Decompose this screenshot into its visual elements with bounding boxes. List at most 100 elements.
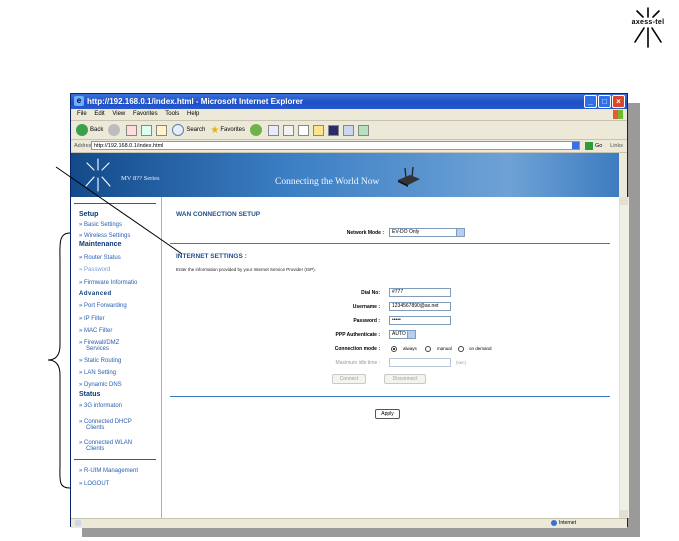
banner-slogan: Connecting the World Now xyxy=(275,177,380,187)
axesstel-logo: axess-tel xyxy=(624,6,672,50)
links-button[interactable]: Links xyxy=(610,140,623,152)
close-button[interactable]: × xyxy=(612,95,625,108)
sidebar-item-ruim-management[interactable]: » R-UIM Management xyxy=(79,468,159,475)
sidebar-item-wlan-clients-cont[interactable]: Clients xyxy=(86,446,166,453)
ppp-authenticate-label: PPP Authenticate : xyxy=(335,332,380,338)
mail-icon[interactable] xyxy=(268,124,280,136)
banner-model: MV 8?? Series xyxy=(121,175,160,182)
folder-icon[interactable] xyxy=(313,124,325,136)
sidebar-item-lan-setting[interactable]: » LAN Setting xyxy=(79,370,159,377)
username-label: Username : xyxy=(352,304,380,310)
menu-view[interactable]: View xyxy=(112,111,125,117)
chevron-down-icon xyxy=(407,331,415,338)
security-zone: Internet xyxy=(551,519,576,528)
star-icon: ★ xyxy=(210,124,220,136)
vertical-scrollbar[interactable] xyxy=(619,197,629,518)
menu-edit[interactable]: Edit xyxy=(94,111,104,117)
status-bar: Internet xyxy=(71,518,627,528)
main-panel: WAN CONNECTION SETUP Network Mode : EV-D… xyxy=(162,197,610,518)
dial-no-label: Dial No: xyxy=(361,290,380,296)
network-mode-select[interactable]: EV-DO Only xyxy=(389,228,465,237)
research-icon[interactable] xyxy=(343,124,355,136)
menu-help[interactable]: Help xyxy=(187,111,199,117)
title-bar: e http://192.168.0.1/index.html - Microso… xyxy=(71,94,627,109)
sidebar-item-router-status[interactable]: » Router Status xyxy=(79,255,159,262)
sidebar-item-firmware[interactable]: » Firmware Informatio xyxy=(79,280,159,287)
forward-button[interactable] xyxy=(108,124,122,136)
connection-on-demand-label: on demand xyxy=(469,346,492,351)
connection-manual-radio[interactable] xyxy=(425,346,431,352)
network-mode-label: Network Mode : xyxy=(346,230,384,236)
sidebar-item-ip-filter[interactable]: » IP Filter xyxy=(79,316,159,323)
stop-icon[interactable] xyxy=(126,124,138,136)
sidebar-item-static-routing[interactable]: » Static Routing xyxy=(79,358,159,365)
home-icon[interactable] xyxy=(156,124,168,136)
sidebar-divider xyxy=(74,459,156,460)
scroll-up-icon[interactable] xyxy=(620,197,628,205)
star-logo-icon xyxy=(634,7,662,48)
sidebar-item-basic-settings[interactable]: » Basic Settings xyxy=(79,222,159,229)
go-arrow-icon xyxy=(585,141,593,150)
back-arrow-icon xyxy=(76,124,88,136)
max-idle-time-input[interactable] xyxy=(389,358,451,367)
dial-no-input[interactable]: #777 xyxy=(389,288,451,297)
windows-flag-icon xyxy=(613,110,623,119)
maximize-button[interactable]: □ xyxy=(598,95,611,108)
print-icon[interactable] xyxy=(283,124,295,136)
history-icon[interactable] xyxy=(250,124,263,136)
section-divider xyxy=(170,396,610,397)
password-input[interactable]: ••••• xyxy=(389,316,451,325)
max-idle-time-label: Maximum idle time : xyxy=(335,360,380,366)
password-label: Password : xyxy=(353,318,380,324)
disconnect-button[interactable]: Disconnect xyxy=(384,374,426,384)
tools-icon[interactable] xyxy=(358,124,370,136)
messenger-icon[interactable] xyxy=(328,124,340,136)
search-button[interactable]: Search xyxy=(172,124,205,136)
back-button[interactable]: Back xyxy=(76,124,103,136)
page-content: Setup » Basic Settings » Wireless Settin… xyxy=(71,197,629,518)
page-title: WAN CONNECTION SETUP xyxy=(176,211,261,218)
scroll-down-icon[interactable] xyxy=(620,510,628,518)
sidebar-item-3g-info[interactable]: » 3G informaton xyxy=(79,403,159,410)
sidebar-item-wireless-settings[interactable]: » Wireless Settings xyxy=(79,233,159,240)
forward-arrow-icon xyxy=(108,124,121,136)
favorites-button[interactable]: ★ Favorites xyxy=(210,125,245,136)
sidebar-item-firewall-dmz-services[interactable]: Services xyxy=(86,346,166,353)
sidebar-item-password[interactable]: » Password xyxy=(79,267,159,274)
chevron-down-icon xyxy=(456,229,464,236)
refresh-icon[interactable] xyxy=(141,124,153,136)
username-input[interactable]: 1234567890@ax.net xyxy=(389,302,451,311)
browser-window: e http://192.168.0.1/index.html - Microso… xyxy=(70,93,629,528)
connect-button[interactable]: Connect xyxy=(332,374,366,384)
sidebar-heading-status: Status xyxy=(79,391,101,398)
menu-favorites[interactable]: Favorites xyxy=(133,111,158,117)
window-title: http://192.168.0.1/index.html - Microsof… xyxy=(87,97,304,106)
section-divider xyxy=(170,243,610,244)
sidebar-item-logout[interactable]: » LOGOUT xyxy=(79,481,159,488)
address-dropdown-icon[interactable] xyxy=(572,142,579,149)
address-input[interactable]: http://192.168.0.1/index.html xyxy=(91,141,580,150)
sidebar-item-mac-filter[interactable]: » MAC Filter xyxy=(79,328,159,335)
menu-tools[interactable]: Tools xyxy=(165,111,179,117)
sidebar-heading-setup: Setup xyxy=(79,211,99,218)
apply-button[interactable]: Apply xyxy=(375,409,400,419)
menu-file[interactable]: File xyxy=(77,111,87,117)
minimize-button[interactable]: _ xyxy=(584,95,597,108)
connection-on-demand-radio[interactable] xyxy=(458,346,464,352)
sidebar-heading-advanced: Advanced xyxy=(79,291,112,297)
connection-mode-label: Connection mode : xyxy=(334,346,380,352)
sidebar-item-dynamic-dns[interactable]: » Dynamic DNS xyxy=(79,382,159,389)
ppp-authenticate-select[interactable]: AUTO xyxy=(389,330,416,339)
ie-icon: e xyxy=(74,96,84,106)
isp-description: Enter the information provided by your I… xyxy=(176,267,316,272)
sidebar-item-dhcp-clients-cont[interactable]: Clients xyxy=(86,425,166,432)
menu-bar: File Edit View Favorites Tools Help xyxy=(71,109,627,121)
address-bar: Address http://192.168.0.1/index.html Go… xyxy=(71,140,627,153)
edit-icon[interactable] xyxy=(298,124,310,136)
connection-always-radio[interactable] xyxy=(391,346,397,352)
go-button[interactable]: Go xyxy=(585,141,602,151)
router-banner: MV 8?? Series Connecting the World Now xyxy=(71,153,619,197)
sidebar-item-port-forwarding[interactable]: » Port Forwarding xyxy=(79,303,159,310)
sidebar-heading-maintenance: Maintenance xyxy=(79,241,122,248)
connection-manual-label: manual xyxy=(437,346,452,351)
